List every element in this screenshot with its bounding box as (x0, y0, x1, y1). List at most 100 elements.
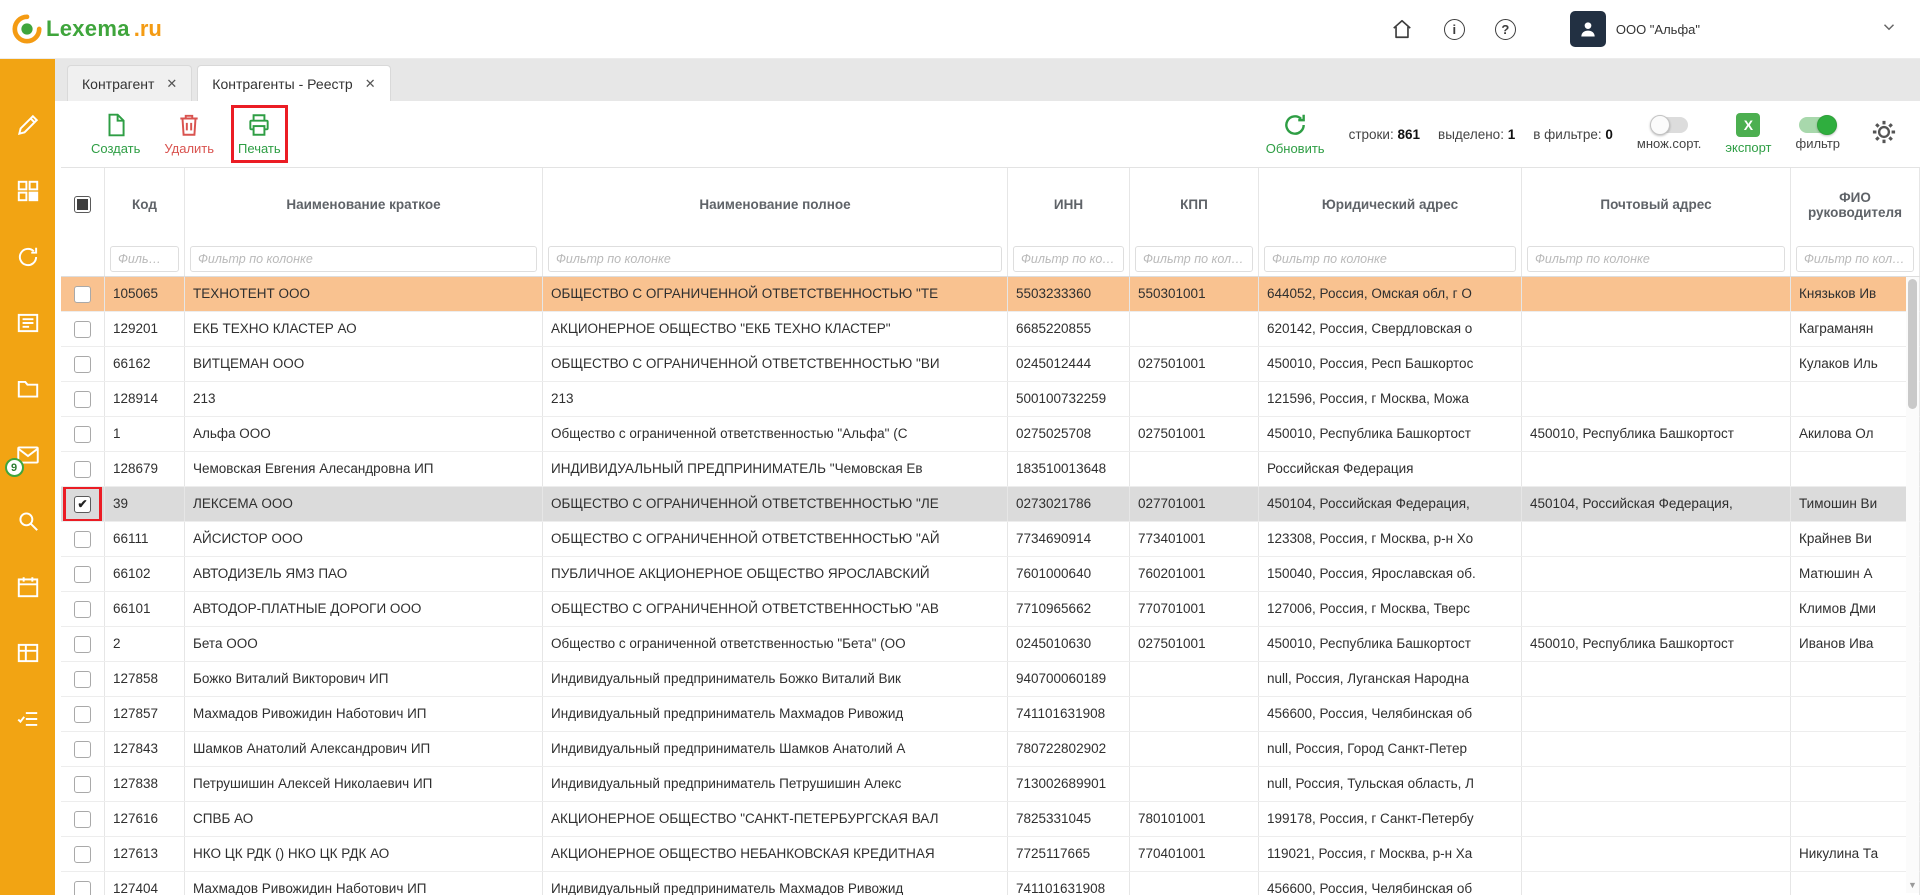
help-icon[interactable]: ? (1495, 19, 1516, 40)
column-header-code[interactable]: Код (105, 168, 185, 241)
tab-kontragenty-reestr[interactable]: Контрагенты - Реестр ✕ (197, 65, 390, 101)
table-row[interactable]: 66101АВТОДОР-ПЛАТНЫЕ ДОРОГИ ООООБЩЕСТВО … (61, 592, 1920, 627)
sidebar-item-edit[interactable] (14, 111, 42, 139)
filter-toggle[interactable]: фильтр (1796, 117, 1840, 151)
table-row[interactable]: 129201ЕКБ ТЕХНО КЛАСТЕР АОАКЦИОНЕРНОЕ ОБ… (61, 312, 1920, 347)
filter-input-short_name[interactable] (190, 246, 537, 272)
sidebar-item-mail[interactable]: 9 (14, 441, 42, 469)
table-row[interactable]: 128914213213500100732259121596, Россия, … (61, 382, 1920, 417)
filter-input-inn[interactable] (1013, 246, 1124, 272)
refresh-button[interactable]: Обновить (1266, 112, 1325, 156)
select-all-checkbox[interactable] (74, 196, 91, 213)
filter-input-full_name[interactable] (548, 246, 1002, 272)
home-icon[interactable] (1390, 17, 1414, 41)
logo-suffix: .ru (134, 16, 162, 42)
filter-input-code[interactable] (110, 246, 179, 272)
edit-pencil-icon (15, 112, 41, 138)
table-row[interactable]: 128679Чемовская Евгения Алесандровна ИПИ… (61, 452, 1920, 487)
cell-legal_address: null, Россия, Луганская Народна (1259, 662, 1522, 696)
table-row[interactable]: 127843Шамков Анатолий Александрович ИПИн… (61, 732, 1920, 767)
table-row[interactable]: 127838Петрушишин Алексей Николаевич ИПИн… (61, 767, 1920, 802)
filter-input-postal_address[interactable] (1527, 246, 1785, 272)
cell-short_name: Шамков Анатолий Александрович ИП (185, 732, 543, 766)
cell-full_name: ОБЩЕСТВО С ОГРАНИЧЕННОЙ ОТВЕТСТВЕННОСТЬЮ… (543, 522, 1008, 556)
row-checkbox[interactable]: ✔ (74, 496, 91, 513)
row-checkbox[interactable] (74, 391, 91, 408)
table-row[interactable]: 127857Махмадов Ривожидин Наботович ИПИнд… (61, 697, 1920, 732)
table-stats: строки: 861 выделено: 1 в фильтре: 0 (1349, 127, 1613, 142)
vertical-scrollbar[interactable]: ▼ (1906, 277, 1919, 893)
filter-input-kpp[interactable] (1135, 246, 1253, 272)
row-checkbox[interactable] (74, 846, 91, 863)
sidebar-item-sync[interactable] (14, 243, 42, 271)
delete-button[interactable]: Удалить (164, 112, 214, 156)
table-row[interactable]: 66111АЙСИСТОР ООООБЩЕСТВО С ОГРАНИЧЕННОЙ… (61, 522, 1920, 557)
multisort-toggle[interactable]: множ.сорт. (1637, 117, 1701, 151)
column-header-full_name[interactable]: Наименование полное (543, 168, 1008, 241)
tab-close-icon[interactable]: ✕ (365, 76, 376, 92)
info-icon[interactable]: i (1444, 19, 1465, 40)
sidebar-item-folder[interactable] (14, 375, 42, 403)
cell-short_name: Махмадов Ривожидин Наботович ИП (185, 697, 543, 731)
user-menu[interactable]: ООО "Альфа" (1570, 11, 1700, 47)
cell-inn: 7725117665 (1008, 837, 1130, 871)
chevron-down-icon[interactable] (1880, 18, 1898, 41)
column-header-short_name[interactable]: Наименование краткое (185, 168, 543, 241)
row-checkbox[interactable] (74, 881, 91, 895)
export-button[interactable]: X экспорт (1725, 113, 1771, 155)
sidebar-item-search[interactable] (14, 507, 42, 535)
filter-toggle-pill[interactable] (1799, 117, 1836, 133)
cell-kpp: 550301001 (1130, 277, 1259, 311)
cell-short_name: АВТОДИЗЕЛЬ ЯМЗ ПАО (185, 557, 543, 591)
table-row[interactable]: 127613НКО ЦК РДК () НКО ЦК РДК АОАКЦИОНЕ… (61, 837, 1920, 872)
column-header-head_fio[interactable]: ФИО руководителя (1791, 168, 1920, 241)
table-row[interactable]: 2Бета ООООбщество с ограниченной ответст… (61, 627, 1920, 662)
cell-inn: 6685220855 (1008, 312, 1130, 346)
row-checkbox[interactable] (74, 671, 91, 688)
row-checkbox[interactable] (74, 741, 91, 758)
sidebar-item-modules[interactable] (14, 177, 42, 205)
row-checkbox[interactable] (74, 461, 91, 478)
row-checkbox[interactable] (74, 321, 91, 338)
row-checkbox[interactable] (74, 426, 91, 443)
scrollbar-thumb[interactable] (1908, 279, 1917, 409)
sidebar-item-tables[interactable] (14, 639, 42, 667)
table-row[interactable]: 127404Махмадов Ривожидин Наботович ИПИнд… (61, 872, 1920, 895)
row-checkbox[interactable] (74, 601, 91, 618)
column-header-kpp[interactable]: КПП (1130, 168, 1259, 241)
row-checkbox[interactable] (74, 566, 91, 583)
row-checkbox[interactable] (74, 636, 91, 653)
table-row[interactable]: 105065ТЕХНОТЕНТ ООООБЩЕСТВО С ОГРАНИЧЕНН… (61, 277, 1920, 312)
logo[interactable]: Lexema.ru (12, 14, 162, 44)
tab-close-icon[interactable]: ✕ (166, 76, 177, 92)
table-row[interactable]: ✔39ЛЕКСЕМА ООООБЩЕСТВО С ОГРАНИЧЕННОЙ ОТ… (61, 487, 1920, 522)
sidebar-item-tasks[interactable] (14, 705, 42, 733)
cell-postal_address (1522, 382, 1791, 416)
filter-input-legal_address[interactable] (1264, 246, 1516, 272)
print-button[interactable]: Печать (238, 112, 281, 156)
row-checkbox[interactable] (74, 706, 91, 723)
row-checkbox[interactable] (74, 811, 91, 828)
scrollbar-down-arrow[interactable]: ▼ (1906, 878, 1919, 893)
create-button[interactable]: Создать (91, 112, 140, 156)
table-row[interactable]: 66162ВИТЦЕМАН ООООБЩЕСТВО С ОГРАНИЧЕННОЙ… (61, 347, 1920, 382)
table-row[interactable]: 127616СПВБ АОАКЦИОНЕРНОЕ ОБЩЕСТВО "САНКТ… (61, 802, 1920, 837)
filter-input-head_fio[interactable] (1796, 246, 1914, 272)
row-checkbox[interactable] (74, 776, 91, 793)
tab-kontragent[interactable]: Контрагент ✕ (67, 65, 192, 101)
table-row[interactable]: 66102АВТОДИЗЕЛЬ ЯМЗ ПАОПУБЛИЧНОЕ АКЦИОНЕ… (61, 557, 1920, 592)
multisort-toggle-pill[interactable] (1651, 117, 1688, 133)
table-row[interactable]: 1Альфа ООООбщество с ограниченной ответс… (61, 417, 1920, 452)
row-checkbox[interactable] (74, 356, 91, 373)
cell-postal_address: 450010, Республика Башкортост (1522, 417, 1791, 451)
row-checkbox[interactable] (74, 531, 91, 548)
column-header-postal_address[interactable]: Почтовый адрес (1522, 168, 1791, 241)
cell-full_name: АКЦИОНЕРНОЕ ОБЩЕСТВО "САНКТ-ПЕТЕРБУРГСКА… (543, 802, 1008, 836)
row-checkbox[interactable] (74, 286, 91, 303)
column-header-inn[interactable]: ИНН (1008, 168, 1130, 241)
sidebar-item-calendar[interactable] (14, 573, 42, 601)
table-row[interactable]: 127858Божко Виталий Викторович ИПИндивид… (61, 662, 1920, 697)
column-header-legal_address[interactable]: Юридический адрес (1259, 168, 1522, 241)
settings-gear-icon[interactable] (1870, 118, 1898, 151)
sidebar-item-registry[interactable] (14, 309, 42, 337)
